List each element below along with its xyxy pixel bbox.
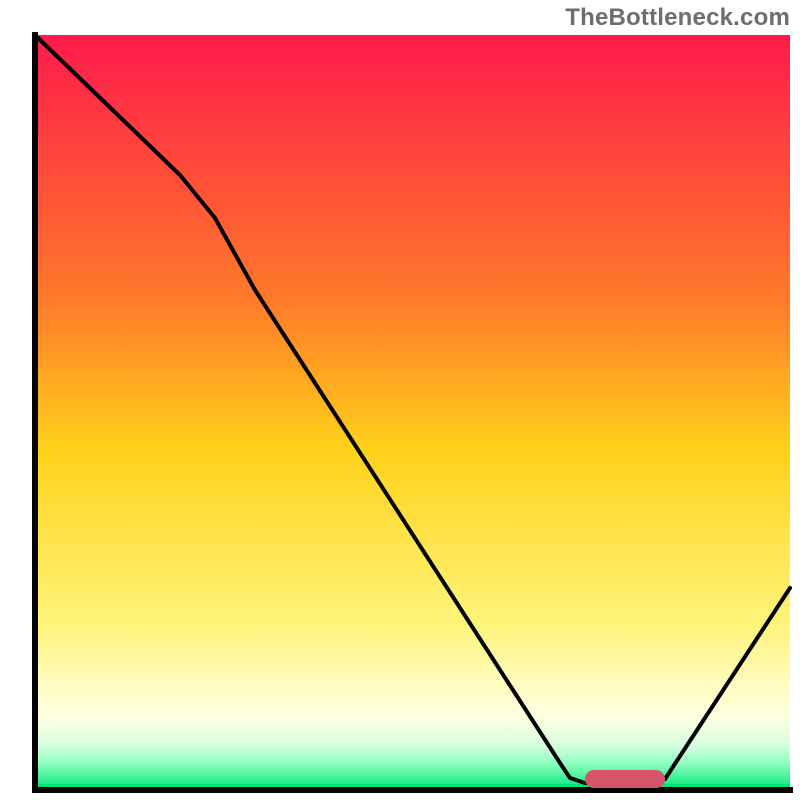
bottleneck-chart — [0, 0, 800, 800]
chart-stage: TheBottleneck.com — [0, 0, 800, 800]
optimum-marker — [585, 770, 665, 788]
watermark-text: TheBottleneck.com — [565, 4, 790, 32]
plot-background — [35, 35, 790, 790]
